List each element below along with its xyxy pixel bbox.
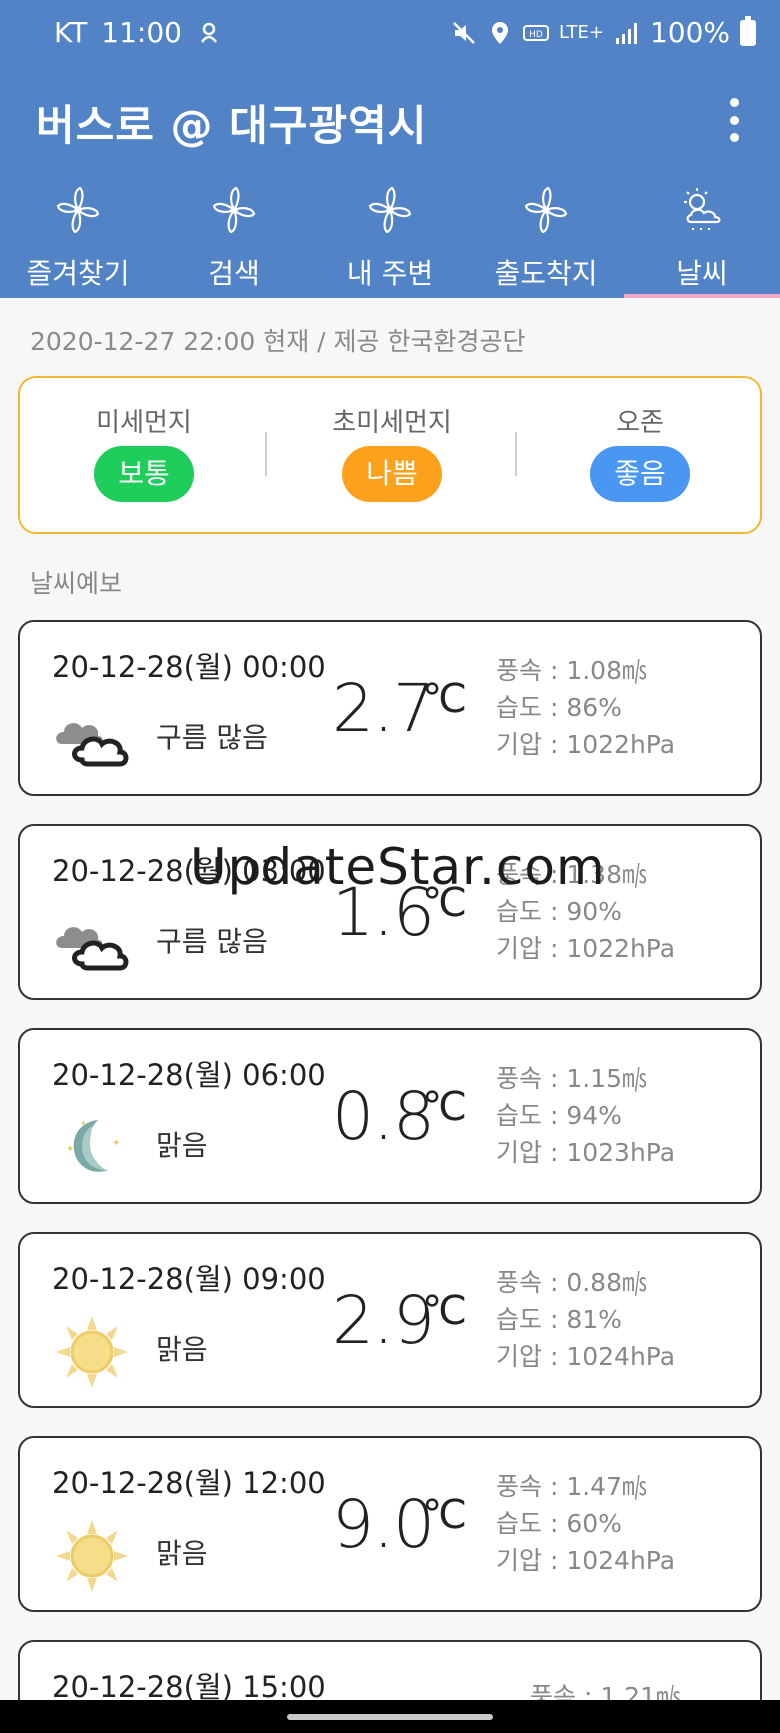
cloudy-icon — [56, 723, 129, 767]
forecast-temp-unit: ℃ — [422, 1492, 467, 1538]
pinwheel-icon — [368, 186, 412, 234]
svg-text:HD: HD — [529, 30, 543, 40]
forecast-temp: 2.9 — [332, 1282, 435, 1359]
pressure: 기압 : 1024hPa — [496, 1342, 676, 1371]
forecast-datetime: 20-12-28(월) 00:00 — [52, 650, 326, 684]
pressure: 기압 : 1022hPa — [496, 730, 676, 759]
forecast-temp: 9.0 — [332, 1486, 435, 1563]
tab-label: 검색 — [208, 257, 260, 290]
air-quality-panel: 미세먼지 보통 초미세먼지 나쁨 오존 좋음 — [18, 376, 762, 534]
ozone-item: 오존 좋음 — [516, 378, 764, 532]
pinwheel-icon — [56, 186, 100, 234]
pressure: 기압 : 1023hPa — [496, 1138, 676, 1167]
app-bar: 버스로 @ 대구광역시 — [0, 80, 780, 160]
more-vert-icon — [729, 98, 739, 107]
notification-icon — [200, 22, 218, 43]
tab-favorites[interactable]: 즐겨찾기 — [0, 178, 156, 298]
wind-speed: 풍속 : 0.88㎧ — [496, 1268, 647, 1297]
watermark-text: UpdateStar.com — [190, 838, 606, 896]
tab-origin-destination[interactable]: 출도착지 — [468, 178, 624, 298]
humidity: 습도 : 94% — [496, 1101, 622, 1130]
fine-dust-badge: 보통 — [94, 446, 194, 502]
tab-label: 내 주변 — [346, 257, 434, 290]
forecast-temp-unit: ℃ — [422, 676, 467, 722]
fine-dust-label: 미세먼지 — [96, 408, 192, 438]
forecast-desc: 맑음 — [156, 1537, 208, 1570]
tab-nearby[interactable]: 내 주변 — [312, 178, 468, 298]
weather-icon — [684, 188, 721, 230]
forecast-temp-unit: ℃ — [422, 1084, 467, 1130]
sun-icon — [56, 1316, 128, 1388]
humidity: 습도 : 60% — [496, 1509, 622, 1538]
pinwheel-icon — [524, 186, 568, 234]
signal-icon — [615, 22, 637, 44]
battery-label: 100% — [649, 16, 730, 49]
ultrafine-dust-item: 초미세먼지 나쁨 — [268, 378, 516, 532]
more-options-button[interactable] — [716, 98, 752, 142]
tab-bar: 즐겨찾기 검색 내 주변 출도착지 날씨 — [0, 178, 780, 298]
cloudy-icon — [56, 927, 129, 971]
tab-indicator — [624, 294, 780, 298]
wind-speed: 풍속 : 1.08㎧ — [496, 656, 647, 685]
forecast-desc: 구름 많음 — [156, 721, 268, 754]
forecast-card: 20-12-28(월) 09:00 맑음 2.9 ℃ 풍속 : 0.88㎧ 습도… — [18, 1232, 762, 1408]
time-label: 11:00 — [101, 16, 182, 49]
data-source-label: 2020-12-27 22:00 현재 / 제공 한국환경공단 — [30, 327, 526, 356]
wind-speed: 풍속 : 1.47㎧ — [496, 1472, 647, 1501]
tab-label: 날씨 — [676, 257, 728, 290]
forecast-details: 풍속 : 1.15㎧ 습도 : 94% 기압 : 1023hPa — [496, 1060, 675, 1171]
svg-text:✦: ✦ — [80, 1119, 87, 1128]
ozone-badge: 좋음 — [590, 446, 690, 502]
forecast-datetime: 20-12-28(월) 12:00 — [52, 1466, 326, 1500]
tab-weather[interactable]: 날씨 — [624, 178, 780, 298]
forecast-details: 풍속 : 1.47㎧ 습도 : 60% 기압 : 1024hPa — [496, 1468, 675, 1579]
app-header: KT 11:00 HD LTE+ 100% 버스로 @ 대구광역시 즐겨찾기 검… — [0, 0, 780, 298]
hd-call-icon: HD — [522, 24, 549, 41]
tab-label: 출도착지 — [494, 257, 598, 290]
forecast-section-title: 날씨예보 — [30, 569, 123, 598]
sun-icon — [56, 1520, 128, 1592]
location-icon — [491, 21, 508, 44]
pressure: 기압 : 1022hPa — [496, 934, 676, 963]
tab-search[interactable]: 검색 — [156, 178, 312, 298]
pinwheel-icon — [212, 186, 256, 234]
forecast-desc: 구름 많음 — [156, 925, 268, 958]
forecast-datetime: 20-12-28(월) 06:00 — [52, 1058, 326, 1092]
pressure: 기압 : 1024hPa — [496, 1546, 676, 1575]
forecast-details: 풍속 : 0.88㎧ 습도 : 81% 기압 : 1024hPa — [496, 1264, 675, 1375]
humidity: 습도 : 86% — [496, 693, 622, 722]
ultrafine-dust-label: 초미세먼지 — [332, 408, 452, 438]
forecast-temp-unit: ℃ — [422, 1288, 467, 1334]
svg-text:✦: ✦ — [112, 1138, 120, 1149]
network-label: LTE+ — [558, 22, 604, 43]
forecast-card: 20-12-28(월) 06:00 ✦ ✦ ✦ 맑음 0.8 ℃ 풍속 : 1.… — [18, 1028, 762, 1204]
moon-icon: ✦ ✦ ✦ — [66, 1119, 120, 1172]
forecast-desc: 맑음 — [156, 1129, 208, 1162]
wind-speed: 풍속 : 1.15㎧ — [496, 1064, 647, 1093]
fine-dust-item: 미세먼지 보통 — [20, 378, 268, 532]
forecast-details: 풍속 : 1.08㎧ 습도 : 86% 기압 : 1022hPa — [496, 652, 675, 763]
forecast-temp: 0.8 — [332, 1078, 435, 1155]
forecast-temp: 2.7 — [332, 670, 435, 747]
divider — [265, 432, 267, 476]
ultrafine-dust-badge: 나쁨 — [342, 446, 442, 502]
forecast-datetime: 20-12-28(월) 09:00 — [52, 1262, 326, 1296]
forecast-card: 20-12-28(월) 12:00 맑음 9.0 ℃ 풍속 : 1.47㎧ 습도… — [18, 1436, 762, 1612]
humidity: 습도 : 90% — [496, 897, 622, 926]
ozone-label: 오존 — [616, 408, 664, 438]
tab-label: 즐겨찾기 — [26, 257, 130, 290]
system-nav-bar — [0, 1700, 780, 1733]
carrier-label: KT — [54, 16, 88, 49]
status-bar: KT 11:00 HD LTE+ 100% — [0, 0, 780, 72]
app-title: 버스로 @ 대구광역시 — [36, 101, 428, 150]
forecast-desc: 맑음 — [156, 1333, 208, 1366]
battery-icon — [740, 15, 756, 46]
mute-icon — [453, 21, 475, 44]
svg-text:✦: ✦ — [66, 1144, 74, 1155]
forecast-card: 20-12-28(월) 00:00 구름 많음 2.7 ℃ 풍속 : 1.08㎧… — [18, 620, 762, 796]
home-gesture-handle[interactable] — [287, 1714, 493, 1720]
humidity: 습도 : 81% — [496, 1305, 622, 1334]
